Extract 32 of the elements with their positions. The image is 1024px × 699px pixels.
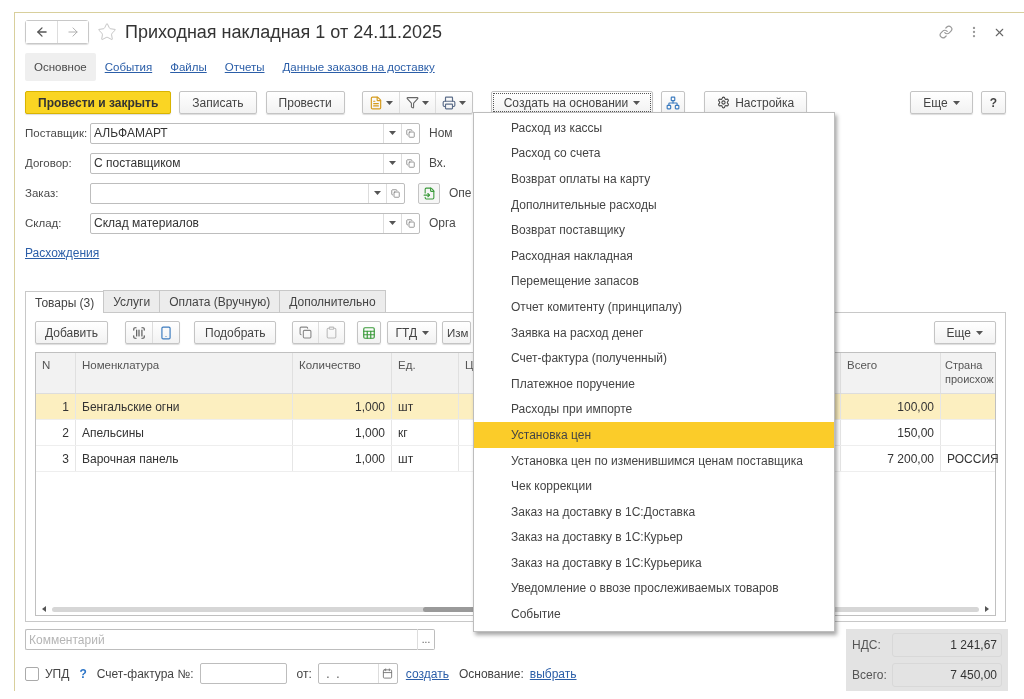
table-cell: 3 <box>36 446 76 471</box>
total-label: НДС: <box>852 638 882 652</box>
table-cell: 1,000 <box>293 446 392 471</box>
table-cell: 1,000 <box>293 394 392 419</box>
field-label: Вх. <box>429 156 447 170</box>
table-cell: Бенгальские огни <box>76 394 293 419</box>
total-value: 7 450,00 <box>892 663 1002 687</box>
window-title: Приходная накладная 1 от 24.11.2025 <box>125 21 442 43</box>
table-cell: шт <box>392 394 459 419</box>
field-label: Орга <box>429 216 456 230</box>
field-label: Склад: <box>25 217 63 229</box>
field-label: Опе <box>449 186 472 200</box>
table-cell: 1,000 <box>293 420 392 445</box>
field-label: Ном <box>429 126 453 140</box>
total-label: Всего: <box>852 668 888 682</box>
table-cell: шт <box>392 446 459 471</box>
table-cell: 1 <box>36 394 76 419</box>
field-label: Поставщик: <box>25 127 89 139</box>
upd-label: УПД <box>45 666 70 681</box>
field-label: Договор: <box>25 157 73 169</box>
table-cell: 150,00 <box>841 420 941 445</box>
total-value: 1 241,67 <box>892 633 1002 657</box>
date-label: от: <box>296 666 312 681</box>
basis-label: Основание: <box>458 666 524 681</box>
field-label: Заказ: <box>25 187 60 199</box>
table-cell: 100,00 <box>841 394 941 419</box>
table-cell: Апельсины <box>76 420 293 445</box>
table-cell: 2 <box>36 420 76 445</box>
table-cell: Варочная панель <box>76 446 293 471</box>
invoice-label: Счет-фактура №: <box>96 666 194 681</box>
table-cell: 7 200,00 <box>841 446 941 471</box>
table-cell: кг <box>392 420 459 445</box>
